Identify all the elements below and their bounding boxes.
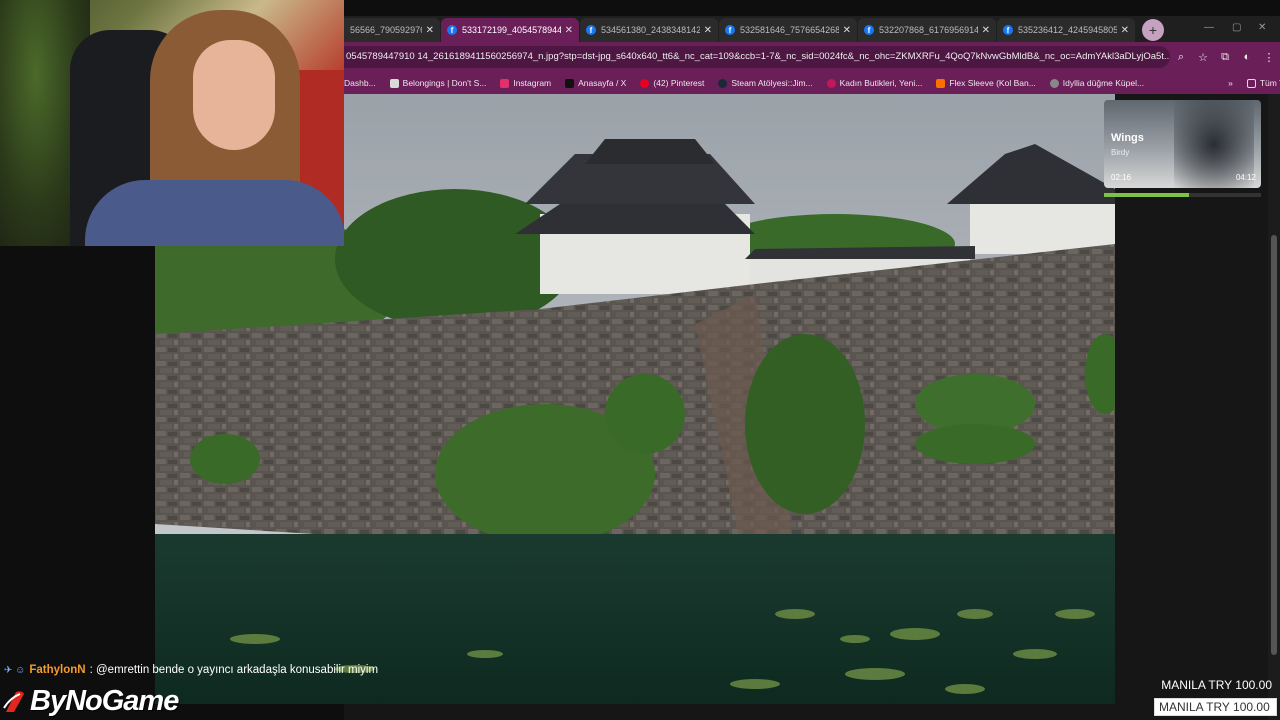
webcam-face xyxy=(193,40,275,150)
facebook-icon: f xyxy=(864,25,874,35)
extensions-icon[interactable]: ⧉ xyxy=(1214,51,1236,64)
current-time: 02:16 xyxy=(1111,173,1132,182)
bookmark-item[interactable]: Steam Atölyesi::Jim... xyxy=(712,78,820,88)
new-tab-button[interactable]: + xyxy=(1142,19,1164,41)
browser-tab-bar: 56566_79059297690 ✕ f 533172199_40545789… xyxy=(344,16,1280,42)
chevron-double-right-icon: » xyxy=(1228,78,1233,88)
bynogame-mark-icon xyxy=(3,691,24,712)
stream-screen: 56566_79059297690 ✕ f 533172199_40545789… xyxy=(0,0,1280,720)
bookmark-favicon-icon xyxy=(936,78,946,88)
now-playing-widget: Wings Birdy 02:16 04:12 xyxy=(1104,100,1261,188)
all-bookmarks[interactable]: Tüm Yer İşaretleri xyxy=(1241,78,1280,88)
song-progress-bar xyxy=(1104,193,1261,197)
tab-title: 535236412_42459458050 xyxy=(1018,25,1117,35)
bookmark-label: Idyllia düğme Küpel... xyxy=(1062,78,1145,88)
url-field[interactable]: 0545789447910 14_2616189411560256974_n.j… xyxy=(344,46,1170,68)
bookmark-item[interactable]: (42) Pinterest xyxy=(634,78,712,88)
close-icon[interactable]: ✕ xyxy=(1121,25,1129,36)
x-icon xyxy=(565,78,575,88)
steam-icon xyxy=(718,78,728,88)
address-bar: 0545789447910 14_2616189411560256974_n.j… xyxy=(344,42,1280,72)
pinterest-icon xyxy=(640,78,650,88)
bookmark-label: Kadın Butikleri, Yeni... xyxy=(839,78,923,88)
close-icon[interactable]: ✕ xyxy=(843,25,851,36)
chat-message: ✈ ☺ FathylonN : @emrettin bende o yayınc… xyxy=(4,662,378,678)
total-time: 04:12 xyxy=(1235,173,1256,182)
bookmark-label: Dashb... xyxy=(344,78,376,88)
tab-title: 534561380_2438348142 xyxy=(601,25,700,35)
tab-4[interactable]: f 532207868_61769569148 ✕ xyxy=(858,18,996,42)
bookmark-item[interactable]: Flex Sleeve (Kol Ban... xyxy=(930,78,1043,88)
logo-text: ByNoGame xyxy=(30,684,179,717)
folder-icon xyxy=(1246,78,1256,88)
bookmark-favicon-icon xyxy=(1049,78,1059,88)
bynogame-logo: ByNoGame xyxy=(2,684,179,718)
song-progress-fill xyxy=(1104,193,1189,197)
tab-0[interactable]: 56566_79059297690 ✕ xyxy=(344,18,440,42)
bookmark-label: Instagram xyxy=(513,78,552,88)
bookmark-item[interactable]: Belongings | Don't S... xyxy=(384,78,495,88)
instagram-icon xyxy=(500,78,510,88)
tab-title: 532581646_7576654268 xyxy=(740,25,839,35)
close-icon[interactable]: ✕ xyxy=(704,25,712,36)
tab-3[interactable]: f 532581646_7576654268 ✕ xyxy=(719,18,857,42)
chat-text: : @emrettin bende o yayıncı arkadaşla ko… xyxy=(89,664,379,676)
bookmark-favicon-icon xyxy=(389,78,399,88)
bookmark-label: Steam Atölyesi::Jim... xyxy=(731,78,813,88)
maximize-icon[interactable]: ▢ xyxy=(1232,22,1241,33)
song-title: Wings xyxy=(1111,132,1144,144)
bookmark-item[interactable]: Dashb... xyxy=(344,78,384,88)
bookmarks-bar: Dashb... Belongings | Don't S... Instagr… xyxy=(344,72,1280,94)
chat-username: FathylonN xyxy=(29,664,86,676)
song-artist: Birdy xyxy=(1111,148,1130,157)
tab-5[interactable]: f 535236412_42459458050 ✕ xyxy=(997,18,1135,42)
badge-icon: ✈ ☺ xyxy=(4,664,26,676)
tab-title: 56566_79059297690 xyxy=(350,25,422,35)
close-icon[interactable]: ✕ xyxy=(565,25,573,36)
bookmark-item[interactable]: Kadın Butikleri, Yeni... xyxy=(821,78,931,88)
webcam-shirt xyxy=(85,180,344,246)
tab-2[interactable]: f 534561380_2438348142 ✕ xyxy=(580,18,718,42)
bookmark-star-icon[interactable]: ☆ xyxy=(1192,51,1214,64)
facebook-icon: f xyxy=(447,25,457,35)
donation-ticker-box: MANILA TRY 100.00 xyxy=(1154,698,1277,716)
close-icon[interactable]: ✕ xyxy=(426,25,434,36)
minimize-icon[interactable]: — xyxy=(1204,22,1214,33)
bookmark-item[interactable]: Idyllia düğme Küpel... xyxy=(1044,78,1152,88)
tab-title: 532207868_61769569148 xyxy=(879,25,978,35)
profile-avatar-icon[interactable]: ◐ xyxy=(1236,51,1258,63)
bookmark-label: (42) Pinterest xyxy=(653,78,705,88)
facebook-icon: f xyxy=(586,25,596,35)
webcam-overlay xyxy=(0,0,344,246)
bookmark-favicon-icon xyxy=(826,78,836,88)
close-icon[interactable]: ✕ xyxy=(982,25,990,36)
facebook-icon: f xyxy=(1003,25,1013,35)
tab-title: 533172199_40545789447 xyxy=(462,25,561,35)
menu-dots-icon[interactable]: ⋮ xyxy=(1258,51,1280,64)
close-window-icon[interactable]: ✕ xyxy=(1258,22,1266,33)
left-black-area xyxy=(0,246,155,720)
bookmark-label: Flex Sleeve (Kol Ban... xyxy=(949,78,1036,88)
bookmark-label: Belongings | Don't S... xyxy=(402,78,487,88)
zoom-icon[interactable]: ⌕ xyxy=(1170,51,1192,64)
bookmark-label: Anasayfa / X xyxy=(578,78,627,88)
all-bookmarks-label: Tüm Yer İşaretleri xyxy=(1259,78,1280,88)
tab-1[interactable]: f 533172199_40545789447 ✕ xyxy=(441,18,579,42)
page-scrollbar-thumb[interactable] xyxy=(1271,235,1277,655)
bookmark-item[interactable]: Instagram xyxy=(494,78,559,88)
facebook-icon: f xyxy=(725,25,735,35)
donation-ticker: MANILA TRY 100.00 xyxy=(1161,678,1272,692)
bookmark-item[interactable]: Anasayfa / X xyxy=(559,78,634,88)
bookmarks-overflow[interactable]: » xyxy=(1222,78,1241,88)
